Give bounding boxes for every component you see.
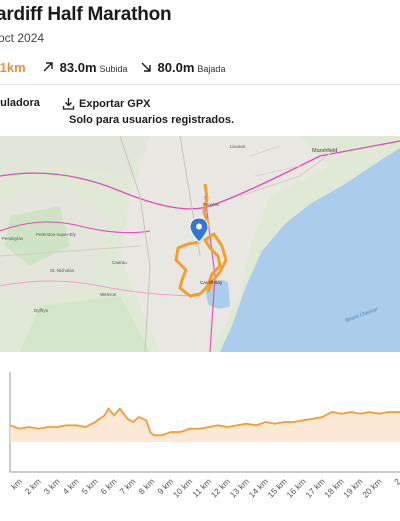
x-tick-label: 12 km [209, 476, 232, 499]
map-label: Peterston-super-Ely [36, 232, 77, 237]
arrow-up-right-icon [43, 62, 53, 72]
x-tick-label: 5 km [80, 476, 100, 496]
event-date: oct 2024 [0, 31, 45, 45]
route-map[interactable]: Marshfield Penylan Cardiff Bay Bristol C… [0, 136, 400, 352]
x-tick-label: 15 km [265, 476, 288, 499]
map-label: St. Nicholas [50, 268, 75, 273]
x-tick-label: 3 km [42, 476, 62, 496]
map-label: Lisvane [230, 144, 246, 149]
page-title: ardiff Half Marathon [0, 4, 172, 25]
x-tick-label: 20 km [360, 476, 383, 499]
map-label: Cardiff Bay [200, 280, 223, 285]
descent-value: 80.0m [157, 59, 195, 75]
x-tick-label: 10 km [171, 476, 194, 499]
x-tick-label: 2 km [23, 476, 43, 496]
map-label: Marshfield [312, 148, 337, 154]
ascent-label: Subida [99, 63, 128, 74]
x-tick-label: 17 km [303, 476, 326, 499]
map-label: Wenvoe [100, 292, 117, 297]
download-icon [62, 98, 75, 110]
x-tick-label: 13 km [228, 476, 251, 499]
x-tick-label: 8 km [136, 476, 156, 496]
ascent-value: 83.0m [59, 59, 97, 75]
arrow-down-right-icon [141, 62, 151, 72]
x-tick-label: 18 km [322, 476, 345, 499]
x-tick-label: 14 km [247, 476, 270, 499]
route-stats: .1km 83.0m Subida 80.0m Bajada [0, 58, 225, 76]
ascent-stat: 83.0m Subida [42, 60, 128, 75]
descent-label: Bajada [197, 63, 226, 74]
distance-value: .1km [0, 59, 26, 75]
x-tick-label: 6 km [98, 476, 118, 496]
map-label: Pendoylan [2, 236, 24, 241]
elevation-chart[interactable]: km 2 km 3 km 4 km 5 km 6 km 7 km 8 km 9 km 10 km 1… [0, 370, 400, 516]
export-note: Solo para usuarios registrados. [69, 114, 235, 126]
map-label: Dyffryn [34, 308, 49, 313]
descent-stat: 80.0m Bajada [140, 59, 226, 75]
map-label: Caerau [112, 260, 127, 265]
export-gpx-button[interactable]: Exportar GPX [62, 97, 151, 110]
map-label: Penylan [203, 202, 220, 207]
x-tick-label: 7 km [117, 476, 137, 496]
x-tick-label: 2 [392, 476, 400, 487]
x-tick-label: 16 km [284, 476, 307, 499]
x-tick-label: 19 km [341, 476, 364, 499]
x-tick-label: 11 km [190, 476, 213, 499]
calculator-button[interactable]: culadora [0, 97, 40, 109]
export-gpx-label: Exportar GPX [79, 97, 151, 110]
x-tick-label: 4 km [61, 476, 81, 496]
divider [0, 84, 400, 85]
